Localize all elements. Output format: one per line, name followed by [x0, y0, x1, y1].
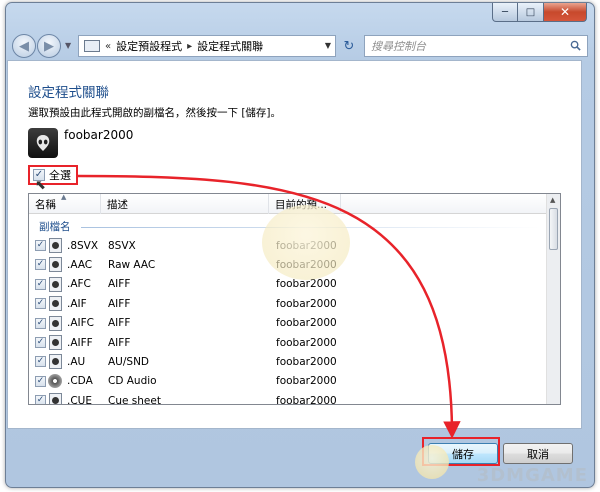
column-header-description[interactable]: 描述 — [101, 194, 269, 214]
watermark-mascot-image — [262, 205, 350, 280]
extension-cell: .CUE — [67, 394, 92, 405]
description-cell: AIFF — [108, 336, 131, 349]
search-box[interactable] — [364, 35, 588, 57]
table-row[interactable]: ✓ .AIF AIFF foobar2000 — [29, 294, 549, 313]
extension-cell: .AU — [67, 356, 86, 369]
audio-file-icon — [49, 296, 62, 312]
instruction-text: 選取預設由此程式開啟的副檔名，然後按一下 [儲存]。 — [28, 107, 282, 119]
control-panel-icon — [84, 40, 100, 52]
extension-cell: .AAC — [67, 259, 93, 272]
extension-cell: .AFC — [67, 278, 91, 291]
forward-button[interactable]: ▶ — [37, 34, 61, 58]
vertical-scrollbar[interactable]: ▲ — [546, 194, 560, 404]
select-all-label[interactable]: 全選 — [49, 167, 71, 183]
row-checkbox[interactable]: ✓ — [35, 317, 46, 329]
scroll-up-arrow-icon[interactable]: ▲ — [550, 196, 555, 204]
mouse-cursor-icon: ⬉ — [35, 178, 46, 193]
back-button[interactable]: ◀ — [12, 34, 36, 58]
description-cell: 8SVX — [108, 239, 136, 252]
table-row[interactable]: ✓ .AFC AIFF foobar2000 — [29, 275, 549, 294]
description-cell: AU/SND — [108, 356, 150, 369]
search-icon[interactable] — [570, 40, 581, 51]
refresh-button[interactable]: ↻ — [338, 35, 360, 57]
audio-file-icon — [49, 354, 62, 370]
breadcrumb-prefix: « — [105, 40, 112, 52]
row-checkbox[interactable]: ✓ — [35, 240, 46, 251]
table-row[interactable]: ✓ .AIFF AIFF foobar2000 — [29, 333, 549, 352]
minimize-button[interactable]: ─ — [492, 3, 518, 22]
navigation-bar: ◀ ▶ ▼ « 設定預設程式 ▸ 設定程式關聯 ▼ ↻ — [12, 32, 588, 62]
current-default-cell: foobar2000 — [276, 394, 337, 405]
table-row[interactable]: ✓ .AIFC AIFF foobar2000 — [29, 314, 549, 333]
close-button[interactable]: ✕ — [544, 3, 587, 22]
cancel-button[interactable]: 取消 — [503, 443, 573, 464]
extension-cell: .AIF — [67, 297, 87, 310]
cue-file-icon — [49, 393, 62, 404]
extension-cell: .CDA — [67, 375, 93, 388]
description-cell: AIFF — [108, 297, 131, 310]
description-cell: AIFF — [108, 278, 131, 291]
scroll-thumb[interactable] — [549, 208, 558, 250]
recent-pages-dropdown-icon[interactable]: ▼ — [65, 41, 71, 50]
page-title: 設定程式關聯 — [28, 85, 109, 101]
cd-icon — [48, 373, 62, 388]
table-row[interactable]: ✓ .CDA CD Audio foobar2000 — [29, 372, 549, 391]
current-default-cell: foobar2000 — [276, 297, 337, 310]
current-default-cell: foobar2000 — [276, 278, 337, 291]
description-cell: Cue sheet — [108, 394, 161, 405]
extension-cell: .AIFF — [67, 336, 93, 349]
app-name: foobar2000 — [64, 128, 134, 142]
row-checkbox[interactable]: ✓ — [35, 356, 46, 368]
audio-file-icon — [49, 276, 62, 292]
table-row[interactable]: ✓ .CUE Cue sheet foobar2000 — [29, 391, 549, 405]
extension-cell: .8SVX — [67, 239, 99, 252]
current-default-cell: foobar2000 — [276, 317, 337, 330]
current-default-cell: foobar2000 — [276, 336, 337, 349]
table-row[interactable]: ✓ .AU AU/SND foobar2000 — [29, 352, 549, 371]
row-checkbox[interactable]: ✓ — [35, 259, 46, 271]
group-header-extensions[interactable]: 副檔名 — [39, 219, 71, 234]
row-checkbox[interactable]: ✓ — [35, 278, 46, 290]
audio-file-icon — [49, 334, 62, 350]
row-checkbox[interactable]: ✓ — [35, 395, 46, 404]
row-checkbox[interactable]: ✓ — [35, 298, 46, 310]
breadcrumb-item-default-programs[interactable]: 設定預設程式 — [116, 38, 182, 54]
audio-file-icon — [49, 257, 62, 273]
audio-file-icon — [49, 315, 62, 331]
watermark-text: 3DMGAME — [476, 465, 588, 486]
row-checkbox[interactable]: ✓ — [35, 375, 46, 387]
column-name-label: 名稱 — [35, 198, 56, 211]
extension-cell: .AIFC — [67, 317, 94, 330]
breadcrumb-item-set-associations[interactable]: 設定程式關聯 — [197, 38, 263, 54]
breadcrumb-separator-icon[interactable]: ▸ — [187, 41, 192, 52]
current-default-cell: foobar2000 — [276, 356, 337, 369]
watermark-mascot-small — [415, 445, 449, 479]
column-description-label: 描述 — [107, 198, 128, 211]
row-checkbox[interactable]: ✓ — [35, 336, 46, 348]
caption-buttons: ─ □ ✕ — [492, 3, 587, 22]
foobar2000-app-icon — [28, 128, 58, 158]
description-cell: AIFF — [108, 317, 131, 330]
audio-file-icon — [49, 238, 62, 253]
address-dropdown-icon[interactable]: ▼ — [325, 41, 331, 50]
description-cell: Raw AAC — [108, 259, 156, 272]
address-bar[interactable]: « 設定預設程式 ▸ 設定程式關聯 ▼ — [78, 35, 336, 57]
search-input[interactable] — [365, 39, 555, 53]
sort-ascending-icon: ▲ — [61, 193, 67, 201]
column-header-name[interactable]: 名稱 ▲ — [29, 194, 101, 214]
description-cell: CD Audio — [108, 375, 157, 388]
maximize-button[interactable]: □ — [518, 3, 544, 22]
current-default-cell: foobar2000 — [276, 375, 337, 388]
